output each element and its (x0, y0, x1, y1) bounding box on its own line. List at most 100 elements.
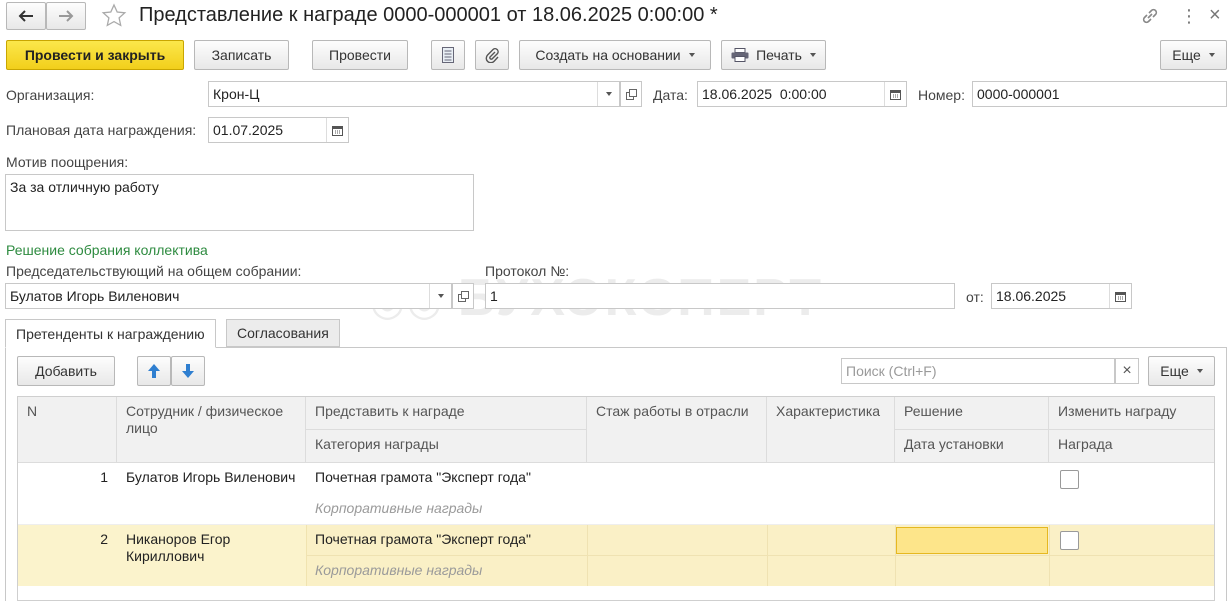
decision-cell-selected[interactable] (896, 527, 1048, 554)
clear-icon: × (1122, 362, 1132, 379)
link-icon[interactable] (1140, 6, 1160, 29)
calendar-button[interactable] (326, 118, 348, 142)
printer-icon (731, 48, 749, 62)
close-icon[interactable]: × (1209, 4, 1221, 27)
chevron-down-icon (809, 53, 816, 57)
chevron-down-icon (688, 53, 695, 57)
calendar-button[interactable] (884, 82, 906, 106)
arrow-left-icon (18, 10, 33, 22)
chairman-open-button[interactable] (452, 283, 474, 309)
chairman-label: Председательствующий на общем собрании: (6, 263, 302, 279)
row-n: 1 (100, 469, 108, 485)
tab-approvals-label: Согласования (237, 325, 329, 341)
number-label: Номер: (918, 87, 965, 103)
decision-section-title: Решение собрания коллектива (6, 242, 208, 258)
change-award-checkbox[interactable] (1060, 470, 1079, 489)
row-award-category: Корпоративные награды (315, 562, 483, 578)
arrow-right-icon (59, 10, 74, 22)
table-more-button[interactable]: Еще (1148, 356, 1215, 386)
header-set-date[interactable]: Дата установки (895, 430, 1049, 463)
chairman-value: Булатов Игорь Виленович (10, 288, 180, 304)
chevron-down-icon (1208, 53, 1215, 57)
create-based-on-label: Создать на основании (535, 47, 681, 63)
chevron-down-icon (437, 294, 444, 298)
table-row[interactable]: 2 Никаноров Егор Кириллович Почетная гра… (18, 525, 1214, 586)
header-decision[interactable]: Решение (895, 397, 1049, 430)
number-value: 0000-000001 (977, 86, 1060, 102)
protocol-field[interactable]: 1 (485, 283, 955, 309)
calendar-button[interactable] (1109, 284, 1131, 308)
header-employee[interactable]: Сотрудник / физическое лицо (117, 397, 306, 463)
print-label: Печать (756, 47, 802, 63)
motive-textarea[interactable]: За за отличную работу (5, 174, 474, 231)
search-input[interactable]: Поиск (Ctrl+F) (841, 358, 1115, 384)
arrow-up-icon (148, 364, 160, 378)
report-button[interactable] (431, 40, 465, 70)
arrow-down-icon (182, 364, 194, 378)
save-button[interactable]: Записать (194, 40, 289, 70)
row-n: 2 (100, 531, 108, 547)
row-award: Почетная грамота "Эксперт года" (315, 531, 531, 547)
post-button[interactable]: Провести (312, 40, 408, 70)
back-button[interactable] (6, 2, 46, 30)
row-sub-divider (306, 555, 1214, 556)
search-clear-button[interactable]: × (1115, 358, 1139, 384)
row-employee: Булатов Игорь Виленович (126, 469, 296, 485)
dropdown-button[interactable] (429, 284, 451, 308)
header-change-award[interactable]: Изменить награду (1049, 397, 1214, 430)
forward-button[interactable] (46, 2, 86, 30)
row-award-category: Корпоративные награды (315, 500, 483, 516)
organization-open-button[interactable] (620, 81, 642, 107)
move-down-button[interactable] (171, 356, 205, 386)
open-form-icon (457, 290, 469, 302)
calendar-icon (332, 125, 343, 136)
date-value: 18.06.2025 0:00:00 (702, 86, 827, 102)
tab-approvals[interactable]: Согласования (226, 319, 340, 347)
header-characteristic[interactable]: Характеристика (767, 397, 895, 463)
date-label: Дата: (653, 87, 688, 103)
more-vertical-icon[interactable]: ⋮ (1180, 7, 1198, 25)
search-placeholder: Поиск (Ctrl+F) (846, 363, 937, 379)
chevron-down-icon (605, 92, 612, 96)
dropdown-button[interactable] (597, 82, 619, 106)
protocol-label: Протокол №: (485, 263, 570, 279)
print-button[interactable]: Печать (721, 40, 826, 70)
document-list-icon (442, 47, 454, 63)
motive-label: Мотив поощрения: (6, 154, 129, 170)
header-award-col[interactable]: Награда (1049, 430, 1214, 463)
tab-candidates[interactable]: Претенденты к награждению (5, 319, 216, 348)
planned-date-field[interactable]: 01.07.2025 (208, 117, 349, 143)
favorite-star-icon[interactable] (101, 3, 127, 32)
header-experience[interactable]: Стаж работы в отрасли (587, 397, 767, 463)
more-button[interactable]: Еще (1160, 40, 1227, 70)
row-award: Почетная грамота "Эксперт года" (315, 469, 531, 485)
motive-value: За за отличную работу (10, 179, 159, 195)
date-field[interactable]: 18.06.2025 0:00:00 (697, 81, 907, 107)
chairman-field[interactable]: Булатов Игорь Виленович (5, 283, 452, 309)
header-award[interactable]: Представить к награде (306, 397, 587, 430)
number-field[interactable]: 0000-000001 (972, 81, 1227, 107)
window-title: Представление к награде 0000-000001 от 1… (139, 4, 718, 26)
from-label: от: (966, 289, 984, 305)
planned-date-value: 01.07.2025 (213, 122, 284, 138)
row-employee: Никаноров Егор Кириллович (126, 531, 231, 564)
tab-candidates-label: Претенденты к награждению (16, 325, 205, 342)
more-label: Еще (1172, 47, 1201, 63)
create-based-on-button[interactable]: Создать на основании (519, 40, 711, 70)
post-and-close-button[interactable]: Провести и закрыть (6, 40, 184, 70)
open-form-icon (625, 88, 637, 100)
chevron-down-icon (1196, 369, 1203, 373)
candidates-table: N Сотрудник / физическое лицо Представит… (17, 396, 1215, 601)
planned-date-label: Плановая дата награждения: (6, 122, 197, 138)
header-n[interactable]: N (18, 397, 117, 463)
calendar-icon (890, 89, 901, 100)
from-date-field[interactable]: 18.06.2025 (991, 283, 1132, 309)
move-up-button[interactable] (137, 356, 171, 386)
paperclip-icon (485, 48, 499, 63)
table-row[interactable]: 1 Булатов Игорь Виленович Почетная грамо… (18, 463, 1214, 525)
header-award-category[interactable]: Категория награды (306, 430, 587, 463)
attach-button[interactable] (475, 40, 509, 70)
add-button[interactable]: Добавить (17, 356, 115, 386)
organization-field[interactable]: Крон-Ц (208, 81, 620, 107)
change-award-checkbox[interactable] (1060, 531, 1079, 550)
